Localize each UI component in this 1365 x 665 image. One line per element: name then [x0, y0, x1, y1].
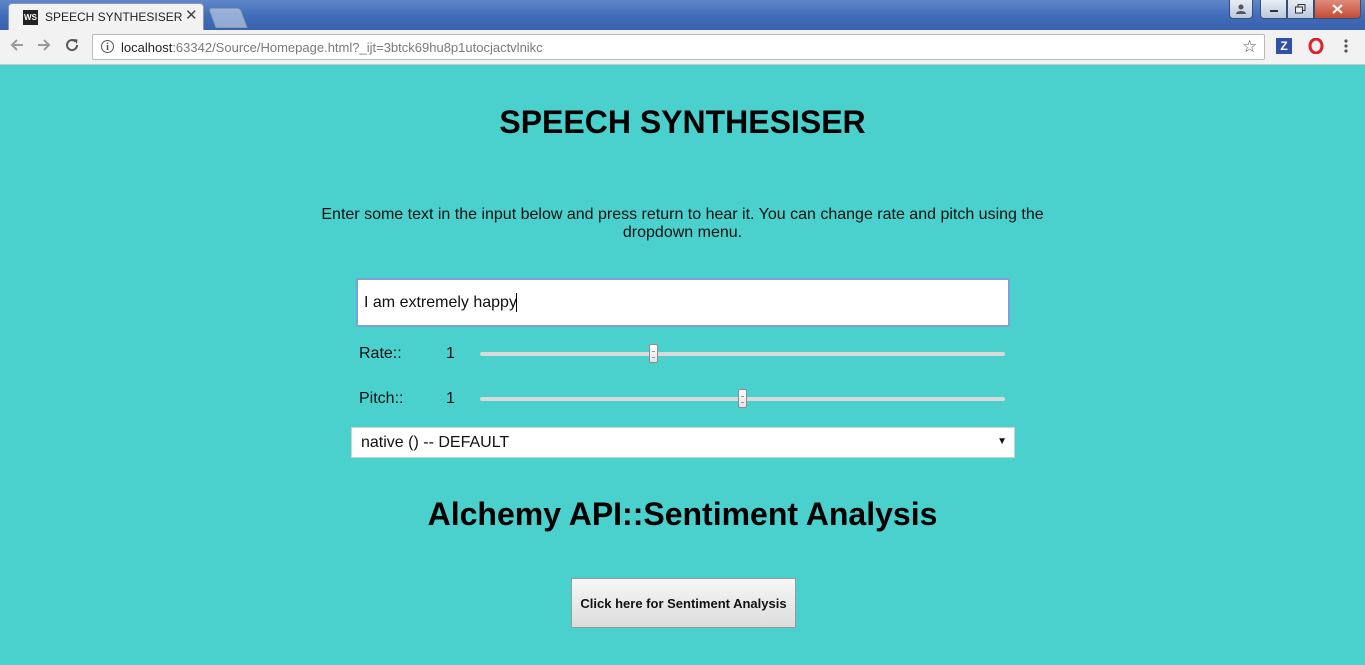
rate-label: Rate::: [359, 345, 402, 362]
opera-icon[interactable]: [1308, 37, 1324, 55]
minimize-icon: [1269, 10, 1278, 12]
rate-slider[interactable]: [480, 344, 1005, 363]
restore-icon: [1295, 4, 1306, 14]
url-text: localhost:63342/Source/Homepage.html?_ij…: [121, 40, 543, 55]
profile-button[interactable]: [1229, 0, 1253, 19]
user-icon: [1236, 4, 1246, 14]
url-path: :63342/Source/Homepage.html?_ijt=3btck69…: [172, 40, 543, 55]
pitch-label: Pitch::: [359, 390, 404, 407]
window-titlebar: WS SPEECH SYNTHESISER ✕: [0, 0, 1365, 30]
webstorm-favicon-icon: WS: [23, 10, 38, 25]
tab-close-icon[interactable]: ✕: [185, 8, 198, 24]
browser-tab[interactable]: WS SPEECH SYNTHESISER ✕: [8, 3, 204, 30]
chevron-down-icon: ▼: [997, 436, 1007, 447]
tab-title: SPEECH SYNTHESISER: [45, 10, 183, 24]
window-close-button[interactable]: [1314, 0, 1361, 19]
url-host: localhost: [121, 40, 173, 55]
menu-icon[interactable]: [1344, 38, 1348, 58]
forward-arrow-icon[interactable]: [36, 37, 52, 57]
minimize-button[interactable]: [1260, 0, 1287, 19]
info-icon[interactable]: i: [101, 40, 114, 53]
address-bar[interactable]: i localhost:63342/Source/Homepage.html?_…: [92, 34, 1265, 60]
voice-select-value: native () -- DEFAULT: [361, 434, 510, 451]
page-title: SPEECH SYNTHESISER: [499, 104, 866, 140]
reload-icon[interactable]: [64, 37, 80, 56]
back-arrow-icon[interactable]: [9, 37, 25, 57]
rate-value: 1: [446, 345, 455, 362]
sentiment-analysis-button[interactable]: Click here for Sentiment Analysis: [571, 578, 796, 628]
new-tab-button[interactable]: [208, 8, 248, 28]
sentiment-section-title: Alchemy API::Sentiment Analysis: [427, 496, 938, 532]
zotero-extension-icon[interactable]: Z: [1276, 38, 1292, 54]
text-caret: [516, 293, 517, 312]
close-icon: [1332, 4, 1343, 14]
pitch-slider[interactable]: [480, 389, 1005, 408]
speech-text-input[interactable]: [356, 278, 1010, 327]
pitch-value: 1: [446, 390, 455, 407]
page-content: SPEECH SYNTHESISER Enter some text in th…: [0, 66, 1365, 665]
pitch-slider-handle[interactable]: [738, 389, 747, 408]
browser-toolbar: i localhost:63342/Source/Homepage.html?_…: [0, 30, 1365, 65]
rate-slider-handle[interactable]: [649, 344, 658, 363]
star-icon[interactable]: ☆: [1242, 37, 1257, 57]
instructions-text: Enter some text in the input below and p…: [321, 206, 1044, 241]
restore-button[interactable]: [1287, 0, 1314, 19]
voice-select[interactable]: native () -- DEFAULT ▼: [351, 427, 1015, 458]
